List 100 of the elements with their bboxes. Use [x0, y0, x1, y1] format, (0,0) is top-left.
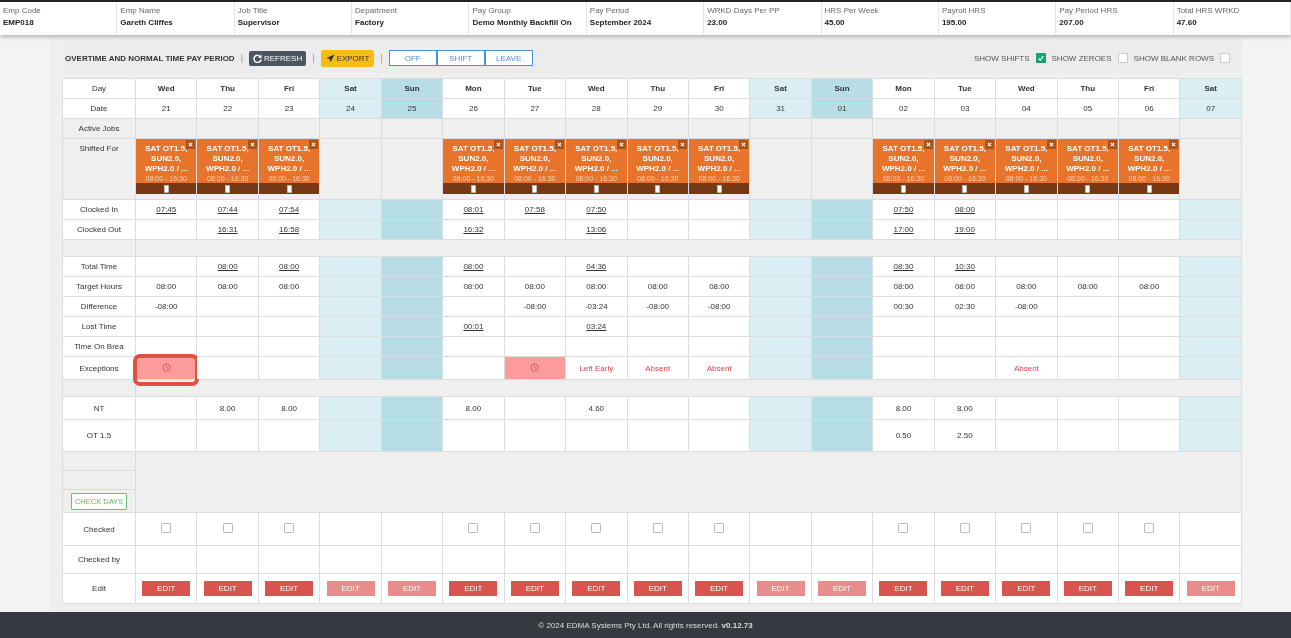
day-header: Fri — [688, 78, 750, 99]
shift-name: SAT OT1.5, SUN2.0, WPH2.0 / ... — [144, 144, 189, 175]
hours-value: 8.00 — [281, 403, 297, 413]
time-link[interactable]: 07:45 — [156, 205, 177, 215]
checkbox[interactable] — [284, 523, 295, 534]
time-value: 08:00 — [647, 282, 668, 292]
time-link[interactable]: 07:50 — [893, 205, 914, 215]
checkbox[interactable] — [468, 523, 479, 534]
door-icon — [962, 184, 968, 193]
close-icon[interactable] — [555, 140, 565, 150]
close-icon[interactable] — [1169, 140, 1179, 150]
close-icon[interactable] — [1108, 140, 1117, 150]
edit-button[interactable]: EDIT — [142, 581, 191, 597]
refresh-icon — [253, 53, 262, 63]
time-value: 08:00 — [1016, 282, 1037, 292]
close-icon[interactable] — [186, 140, 196, 150]
time-link[interactable]: 16:58 — [279, 225, 300, 235]
time-link[interactable]: 07:50 — [586, 205, 607, 215]
day-header: Thu — [196, 78, 259, 99]
checkbox[interactable] — [222, 523, 233, 534]
checkbox[interactable] — [1117, 53, 1128, 64]
time-link[interactable]: 16:32 — [463, 225, 484, 235]
mode-tab[interactable]: OFF — [388, 50, 437, 67]
row-label: Time On Brea — [62, 336, 136, 357]
door-icon — [1023, 184, 1029, 193]
time-link[interactable]: 08:00 — [954, 205, 975, 215]
edit-button[interactable]: EDIT — [510, 581, 559, 597]
mode-tab[interactable]: LEAVE — [484, 50, 533, 67]
mode-tab[interactable]: SHIFT — [436, 50, 485, 67]
edit-button[interactable]: EDIT — [572, 581, 621, 597]
time-link[interactable]: 04:36 — [586, 262, 607, 272]
field-label: Payroll HRS — [941, 6, 987, 15]
door-icon — [225, 184, 231, 193]
checkbox[interactable] — [591, 523, 602, 534]
door-icon — [1146, 184, 1152, 193]
checkbox[interactable] — [1021, 523, 1032, 534]
close-icon[interactable] — [616, 140, 626, 150]
time-link[interactable]: 08:00 — [463, 262, 484, 272]
clock-icon — [530, 362, 540, 372]
edit-button[interactable]: EDIT — [449, 581, 498, 597]
checkbox[interactable] — [1082, 523, 1093, 534]
close-icon[interactable] — [309, 140, 319, 150]
checkbox[interactable] — [161, 523, 172, 534]
time-link[interactable]: 00:01 — [463, 322, 484, 332]
day-header: Sun — [811, 78, 873, 99]
edit-button[interactable]: EDIT — [265, 581, 314, 597]
close-icon[interactable] — [923, 140, 933, 150]
refresh-button[interactable]: REFRESH — [249, 50, 307, 66]
time-value: -03:24 — [584, 302, 608, 312]
checkbox[interactable] — [959, 523, 970, 534]
checkbox[interactable] — [714, 523, 725, 534]
time-link[interactable]: 16:31 — [217, 225, 238, 235]
time-link[interactable]: 07:54 — [279, 205, 300, 215]
edit-button[interactable]: EDIT — [879, 581, 928, 597]
edit-button[interactable]: EDIT — [203, 581, 252, 597]
close-icon[interactable] — [985, 140, 995, 150]
time-value: -08:00 — [523, 302, 547, 312]
edit-button[interactable]: EDIT — [1063, 581, 1112, 597]
time-value: 08:00 — [893, 282, 914, 292]
shift-name: SAT OT1.5, SUN2.0, WPH2.0 / ... — [451, 144, 496, 175]
time-link[interactable]: 08:30 — [893, 262, 914, 272]
hours-value: 8.00 — [465, 403, 482, 413]
checkbox[interactable] — [898, 523, 909, 534]
checkbox[interactable] — [1220, 53, 1230, 64]
edit-button[interactable]: EDIT — [1125, 581, 1174, 597]
copyright-text: © 2024 EDMA Systems Pty Ltd. All rights reserved. v0.12.73 — [538, 620, 753, 630]
door-icon — [286, 184, 292, 193]
shift-name: SAT OT1.5, SUN2.0, WPH2.0 / ... — [267, 144, 312, 175]
time-value: 02:30 — [954, 302, 975, 312]
time-value: 08:00 — [709, 282, 730, 292]
day-header: Mon — [442, 78, 505, 99]
close-icon[interactable] — [1046, 140, 1056, 150]
row-label: NT — [62, 396, 136, 420]
close-icon[interactable] — [739, 140, 749, 150]
time-link[interactable]: 13:06 — [586, 225, 607, 235]
checkbox[interactable] — [1144, 523, 1155, 534]
time-link[interactable]: 10:30 — [954, 262, 975, 272]
time-link[interactable]: 08:01 — [463, 205, 484, 215]
time-link[interactable]: 03:24 — [586, 322, 607, 332]
time-link[interactable]: 19:00 — [954, 225, 975, 235]
exception-text: Absent — [706, 363, 732, 373]
time-link[interactable]: 17:00 — [893, 225, 914, 235]
time-link[interactable]: 07:44 — [217, 205, 238, 215]
export-button[interactable]: EXPORT — [320, 49, 375, 67]
time-link[interactable]: 07:58 — [524, 205, 545, 215]
checkbox[interactable] — [1035, 53, 1046, 64]
edit-button[interactable]: EDIT — [940, 581, 989, 597]
edit-button[interactable]: EDIT — [633, 581, 682, 597]
edit-button[interactable]: EDIT — [695, 581, 744, 597]
field-label: Pay Period HRS — [1059, 6, 1119, 15]
edit-button[interactable]: EDIT — [1002, 581, 1051, 597]
checkbox[interactable] — [652, 523, 663, 534]
time-value: -08:00 — [646, 302, 670, 312]
close-icon[interactable] — [493, 140, 503, 150]
checkbox[interactable] — [529, 523, 540, 534]
time-link[interactable]: 08:00 — [279, 262, 300, 272]
close-icon[interactable] — [677, 140, 687, 150]
hours-value: 8.00 — [895, 403, 912, 413]
time-link[interactable]: 08:00 — [217, 262, 238, 272]
close-icon[interactable] — [247, 140, 257, 150]
